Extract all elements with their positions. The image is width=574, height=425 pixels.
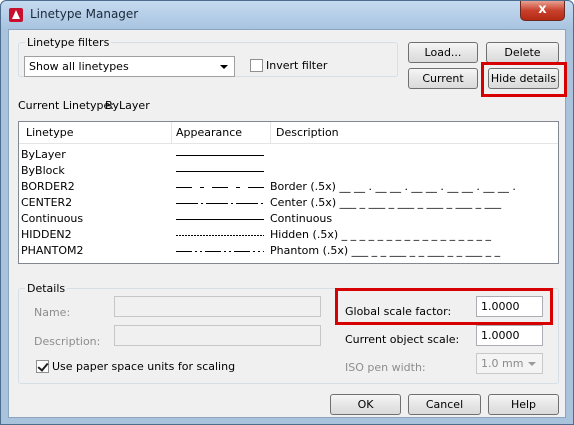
title-bar[interactable]: Linetype Manager x — [1, 1, 573, 29]
linetype-name: Continuous — [21, 212, 84, 225]
column-separator — [270, 122, 271, 144]
chevron-down-icon — [220, 65, 228, 69]
current-object-scale-input[interactable]: 1.0000 — [476, 325, 543, 346]
linetype-name: CENTER2 — [21, 196, 73, 209]
iso-pen-width-value: 1.0 mm — [481, 357, 524, 370]
column-header-appearance[interactable]: Appearance — [176, 126, 242, 139]
list-item-continuous[interactable]: Continuous Continuous — [19, 211, 558, 227]
linetype-description: Continuous — [270, 212, 333, 225]
list-header: Linetype Appearance Description — [19, 122, 558, 144]
linetype-filter-dropdown[interactable]: Show all linetypes — [24, 56, 235, 77]
current-linetype-label: Current Linetype: — [18, 99, 115, 112]
linetype-name: BORDER2 — [21, 180, 75, 193]
linetype-name: HIDDEN2 — [21, 228, 72, 241]
list-item-border2[interactable]: BORDER2 Border (.5x) __ __ . __ __ . __ … — [19, 179, 558, 195]
close-button[interactable]: x — [520, 1, 565, 21]
hide-details-highlight — [481, 62, 567, 97]
linetype-filters-label: Linetype filters — [25, 36, 112, 49]
invert-filter-label[interactable]: Invert filter — [266, 59, 327, 72]
list-item-bylayer[interactable]: ByLayer — [19, 147, 558, 163]
current-linetype-value: ByLayer — [105, 99, 150, 112]
paper-space-units-label[interactable]: Use paper space units for scaling — [52, 360, 235, 373]
linetype-appearance — [176, 251, 264, 252]
list-item-phantom2[interactable]: PHANTOM2 Phantom (.5x) ___ _ _ ___ _ _ _… — [19, 243, 558, 259]
linetype-appearance — [176, 187, 264, 188]
linetype-name: ByBlock — [21, 164, 65, 177]
linetype-list[interactable]: Linetype Appearance Description ByLayer … — [18, 121, 559, 264]
current-button[interactable]: Current — [408, 68, 478, 89]
description-field[interactable] — [114, 325, 321, 346]
ok-button[interactable]: OK — [330, 394, 401, 415]
autocad-app-icon — [9, 8, 23, 22]
load-button[interactable]: Load... — [408, 42, 478, 63]
linetype-appearance — [176, 235, 264, 236]
cancel-button[interactable]: Cancel — [408, 394, 481, 415]
linetype-name: ByLayer — [21, 148, 66, 161]
iso-pen-width-dropdown[interactable]: 1.0 mm — [476, 353, 543, 374]
help-button[interactable]: Help — [488, 394, 559, 415]
description-label: Description: — [34, 335, 101, 348]
column-header-linetype[interactable]: Linetype — [26, 126, 74, 139]
linetype-appearance — [176, 155, 264, 156]
linetype-description: Hidden (.5x) _ _ _ _ _ _ _ _ _ _ _ _ _ _… — [270, 228, 492, 241]
chevron-down-icon — [528, 362, 536, 366]
list-item-hidden2[interactable]: HIDDEN2 Hidden (.5x) _ _ _ _ _ _ _ _ _ _… — [19, 227, 558, 243]
paper-space-units-checkbox[interactable] — [36, 360, 49, 373]
linetype-appearance — [176, 219, 264, 220]
list-item-byblock[interactable]: ByBlock — [19, 163, 558, 179]
name-field[interactable] — [114, 296, 321, 317]
current-object-scale-label: Current object scale: — [345, 333, 460, 346]
iso-pen-width-label: ISO pen width: — [345, 361, 426, 374]
linetype-description: Phantom (.5x) ___ _ _ ___ _ _ ___ _ _ __… — [270, 244, 501, 257]
delete-button[interactable]: Delete — [486, 42, 559, 63]
dialog-body: Linetype filters Show all linetypes Inve… — [8, 29, 567, 418]
name-label: Name: — [34, 306, 71, 319]
linetype-manager-window: Linetype Manager x Linetype filters Show… — [0, 0, 574, 425]
details-label: Details — [25, 282, 68, 295]
list-item-center2[interactable]: CENTER2 Center (.5x) ___ _ ___ _ ___ _ _… — [19, 195, 558, 211]
window-title: Linetype Manager — [30, 7, 139, 21]
column-header-description[interactable]: Description — [276, 126, 339, 139]
linetype-description: Border (.5x) __ __ . __ __ . __ __ . __ … — [270, 180, 516, 193]
column-separator — [171, 122, 172, 144]
linetype-filter-selected: Show all linetypes — [29, 60, 129, 73]
linetype-name: PHANTOM2 — [21, 244, 84, 257]
linetype-appearance — [176, 171, 264, 172]
linetype-description: Center (.5x) ___ _ ___ _ ___ _ ___ _ ___… — [270, 196, 502, 209]
global-scale-highlight — [335, 288, 553, 325]
invert-filter-checkbox[interactable] — [250, 59, 263, 72]
linetype-appearance — [176, 203, 264, 204]
